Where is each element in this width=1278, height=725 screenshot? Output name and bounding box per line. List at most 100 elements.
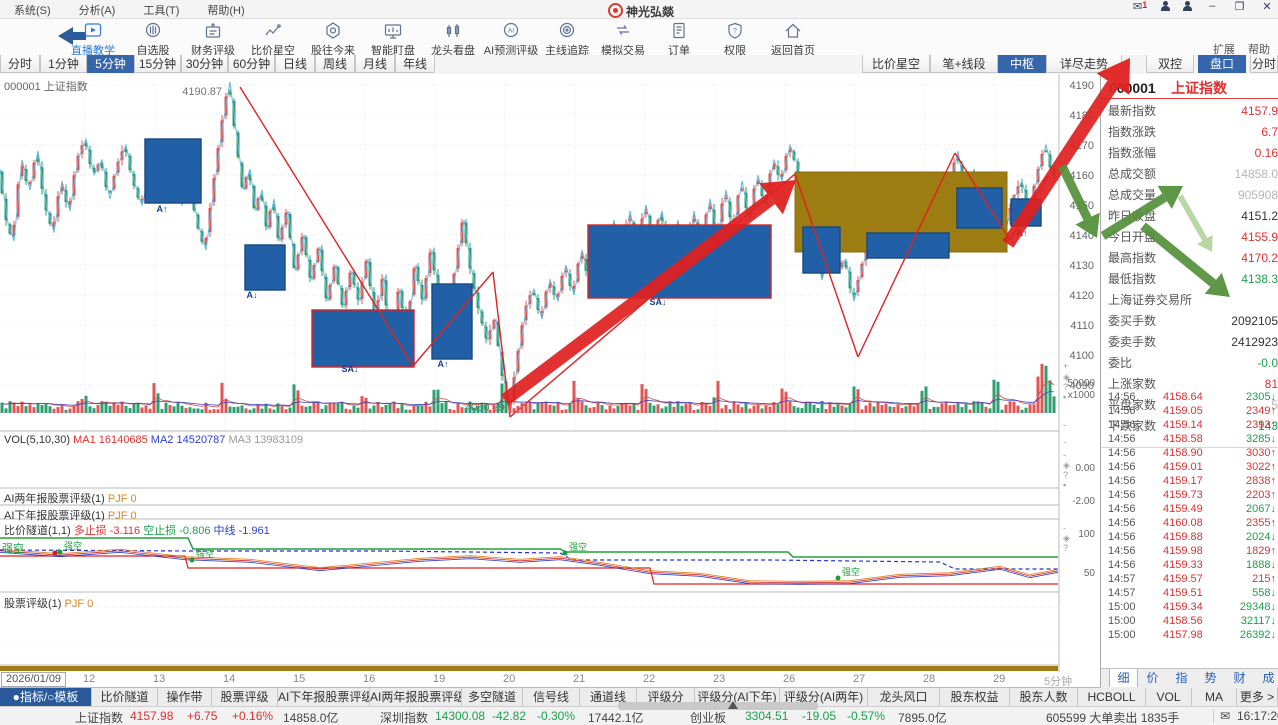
indicator-tab-12[interactable]: 龙头风口 — [868, 688, 940, 706]
indicator-tab-6[interactable]: 多空隧道 — [462, 688, 523, 706]
quote-value: 2412923 — [1231, 332, 1278, 353]
indicator-tab-5[interactable]: AI两年报股票评级 — [370, 688, 462, 706]
period-tab-1分钟[interactable]: 1分钟 — [40, 55, 87, 73]
toolbar-item-stock-history[interactable]: 股往今来 — [302, 21, 364, 58]
toolbar-item-live-teach[interactable]: 直播教学 — [62, 21, 124, 58]
mini-tab-成[interactable]: 成 — [1254, 669, 1278, 687]
minimize-button[interactable]: – — [1205, 0, 1219, 12]
toolbar-item-price-starsky[interactable]: 比价星空 — [242, 21, 304, 58]
toolbar-item-sim-trading[interactable]: 模拟交易 — [592, 21, 654, 58]
quote-value: 4138.3 — [1241, 269, 1278, 290]
mail-button[interactable]: ✉1 — [1123, 0, 1147, 16]
period-tab-年线[interactable]: 年线 — [395, 55, 435, 73]
indicator-tab-13[interactable]: 股东权益 — [940, 688, 1010, 706]
period-tab-分时[interactable]: 分时 — [0, 55, 40, 73]
quote-row-总成交额: 总成交额14858.0 — [1101, 164, 1278, 185]
mode-tab-笔+线段[interactable]: 笔+线段 — [930, 55, 998, 73]
axis-tick-27: 27 — [853, 673, 865, 685]
indicator-tab-4[interactable]: AI下年报股票评级 — [278, 688, 370, 706]
period-tab-日线[interactable]: 日线 — [275, 55, 315, 73]
tick-row: 14:564159.882024↓ — [1101, 530, 1278, 544]
svg-text:4120: 4120 — [1070, 290, 1094, 302]
toolbar-item-ai-predict[interactable]: AIAI预测评级 — [480, 21, 542, 58]
period-tab-月线[interactable]: 月线 — [355, 55, 395, 73]
indicator-tab-14[interactable]: 股东人数 — [1010, 688, 1078, 706]
account-icon[interactable] — [1183, 0, 1192, 11]
mini-tab-财[interactable]: 财 — [1225, 669, 1254, 687]
quote-header: 000001 上证指数 — [1101, 78, 1278, 99]
menu-item-2[interactable]: 工具(T) — [129, 0, 193, 18]
quote-row-最高指数: 最高指数4170.2 — [1101, 248, 1278, 269]
toolbar-item-leader-watch[interactable]: 龙头看盘 — [422, 21, 484, 58]
period-tab-周线[interactable]: 周线 — [315, 55, 355, 73]
period-tab-60分钟[interactable]: 60分钟 — [228, 55, 275, 73]
mini-tab-指[interactable]: 指 — [1167, 669, 1196, 687]
close-button[interactable]: ✕ — [1260, 0, 1274, 13]
indicator-tab-2[interactable]: 操作带 — [158, 688, 212, 706]
toolbar-item-smart-monitor[interactable]: 智能盯盘 — [362, 21, 424, 58]
price-starsky-icon — [263, 21, 283, 40]
indicator-tab-0[interactable]: ●指标/○模板 — [0, 688, 92, 706]
price-chart[interactable]: A↑A↓SA↓A↑SA↓A↑4190.874080.29强空强空强空强空4190… — [0, 74, 1100, 672]
tick-time: 14:56 — [1108, 558, 1136, 572]
quote-row-今日开盘: 今日开盘4155.9 — [1101, 227, 1278, 248]
mode-tab-中枢[interactable]: 中枢 — [998, 55, 1046, 73]
mode-tab-详尽走势[interactable]: 详尽走势 — [1046, 55, 1122, 73]
panel-tab-盘口[interactable]: 盘口 — [1198, 55, 1246, 73]
toolbar-item-permission[interactable]: ?权限 — [704, 21, 766, 58]
quote-row-上海证券交易所: 上海证券交易所 — [1101, 290, 1278, 311]
quote-label: 委卖手数 — [1108, 332, 1156, 353]
period-tab-15分钟[interactable]: 15分钟 — [134, 55, 181, 73]
toolbar-item-mainline-track[interactable]: 主线追踪 — [536, 21, 598, 58]
tunnel-pane-label: 比价隧道(1,1) 多止损 -3.116 空止损 -0.806 中线 -1.96… — [4, 522, 270, 538]
tick-price: 4159.88 — [1163, 530, 1203, 544]
menu-item-1[interactable]: 分析(A) — [65, 0, 130, 18]
indicator-tab-3[interactable]: 股票评级 — [212, 688, 278, 706]
toolbar-item-watchlist[interactable]: 自选股 — [122, 21, 184, 58]
indicator-tab-1[interactable]: 比价隧道 — [92, 688, 158, 706]
svg-text:100: 100 — [1078, 529, 1095, 540]
svg-text:4160: 4160 — [1070, 170, 1094, 182]
indicator-tab-18[interactable]: 更多 > — [1237, 688, 1278, 706]
ai1-pane-label: AI下年报股票评级(1) PJF 0 — [4, 507, 137, 523]
tick-row: 15:004158.5632117↓ — [1101, 614, 1278, 628]
axis-tick-20: 20 — [503, 673, 515, 685]
tick-row: 15:004157.9826392↓ — [1101, 628, 1278, 642]
panel-tab-双控[interactable]: 双控 — [1146, 55, 1194, 73]
mini-tab-价[interactable]: 价 — [1138, 669, 1167, 687]
tick-row: 14:564159.492067↓ — [1101, 502, 1278, 516]
ai-predict-icon: AI — [501, 21, 521, 40]
mini-tab-势[interactable]: 势 — [1196, 669, 1225, 687]
period-tab-30分钟[interactable]: 30分钟 — [181, 55, 228, 73]
svg-text:-: - — [1063, 420, 1066, 430]
menu-item-0[interactable]: 系统(S) — [0, 0, 65, 18]
restore-button[interactable]: ❐ — [1233, 0, 1247, 13]
user-icon[interactable] — [1161, 0, 1170, 11]
chart-area[interactable]: A↑A↓SA↓A↑SA↓A↑4190.874080.29强空强空强空强空4190… — [0, 74, 1100, 687]
indicator-tab-7[interactable]: 信号线 — [523, 688, 580, 706]
status-mail-icon[interactable]: ✉ — [1220, 709, 1230, 723]
period-tab-5分钟[interactable]: 5分钟 — [87, 55, 134, 73]
tick-row: 14:564160.082355↑ — [1101, 516, 1278, 530]
status-深圳指数-pct: -0.30% — [537, 709, 575, 723]
toolbar-item-finance-rating[interactable]: 财务评级 — [182, 21, 244, 58]
indicator-tab-15[interactable]: HCBOLL — [1078, 688, 1146, 706]
mode-tab-比价星空[interactable]: 比价星空 — [862, 55, 930, 73]
tick-row: 14:564159.052349↑ — [1101, 404, 1278, 418]
tick-volume: 2349↑ — [1246, 404, 1276, 418]
home-icon — [783, 21, 803, 40]
menu-item-3[interactable]: 帮助(H) — [193, 0, 258, 18]
toolbar-item-home[interactable]: 返回首页 — [762, 21, 824, 58]
tick-time: 14:56 — [1108, 446, 1136, 460]
indicator-tab-17[interactable]: MA — [1192, 688, 1237, 706]
panel-tab-分时[interactable]: 分时 — [1250, 55, 1278, 73]
tick-time: 14:56 — [1108, 544, 1136, 558]
tick-volume: 215↑ — [1252, 572, 1276, 586]
indicator-tab-16[interactable]: VOL — [1146, 688, 1192, 706]
svg-text:?: ? — [1063, 543, 1068, 553]
toolbar-item-order[interactable]: 订单 — [648, 21, 710, 58]
mini-tab-细[interactable]: 细 — [1109, 669, 1138, 687]
status-separator — [1213, 709, 1214, 723]
quote-value: 4155.9 — [1241, 227, 1278, 248]
svg-text:4190: 4190 — [1070, 80, 1094, 92]
